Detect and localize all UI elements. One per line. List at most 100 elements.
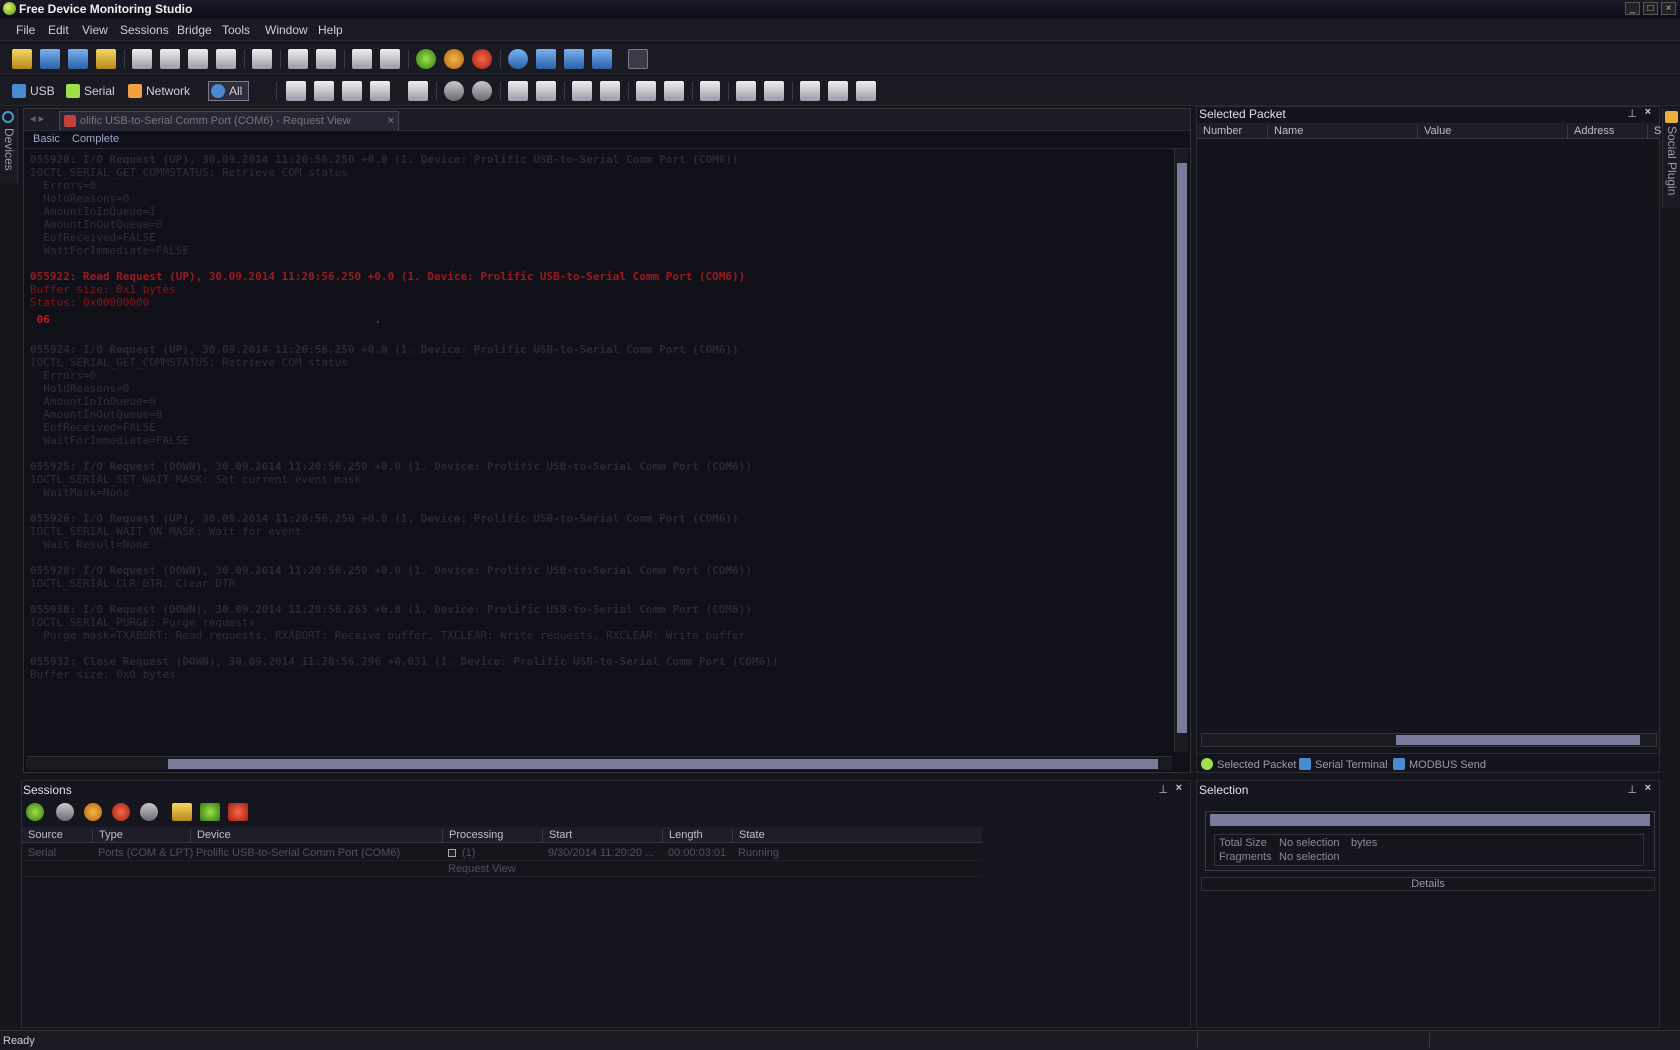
new-icon[interactable] xyxy=(12,49,32,69)
paste-icon[interactable] xyxy=(188,49,208,69)
details-button[interactable]: Details xyxy=(1201,877,1655,891)
pin-icon[interactable]: ⊥ xyxy=(1627,107,1637,120)
col-length[interactable]: Length xyxy=(662,829,703,843)
all-button[interactable]: All xyxy=(208,81,250,101)
document-icon[interactable] xyxy=(288,49,308,69)
cluster-icon[interactable] xyxy=(636,81,656,101)
session-settings-icon[interactable] xyxy=(26,803,44,821)
col-source[interactable]: Source xyxy=(22,829,63,843)
session-close-icon[interactable] xyxy=(140,803,158,821)
menu-view[interactable]: View xyxy=(82,23,108,37)
serial-button[interactable]: Serial xyxy=(66,82,115,100)
select-down-icon[interactable] xyxy=(314,81,334,101)
tab-complete[interactable]: Complete xyxy=(72,133,119,145)
monitor-icon[interactable] xyxy=(536,49,556,69)
tab-selected-packet[interactable]: Selected Packet xyxy=(1201,758,1297,771)
sessions-close-icon[interactable]: × xyxy=(1176,782,1182,794)
select-all-icon[interactable] xyxy=(370,81,390,101)
session-play-icon[interactable] xyxy=(56,803,74,821)
close-pane-icon[interactable]: × xyxy=(1645,106,1651,118)
refresh-icon[interactable] xyxy=(508,49,528,69)
session-remove-icon[interactable] xyxy=(228,803,248,821)
documents-icon[interactable] xyxy=(316,49,336,69)
find-icon[interactable] xyxy=(252,49,272,69)
merge-icon[interactable] xyxy=(508,81,528,101)
select-up-icon[interactable] xyxy=(342,81,362,101)
col-processing[interactable]: Processing xyxy=(442,829,503,843)
selection-pin-icon[interactable]: ⊥ xyxy=(1627,783,1637,796)
select-icon[interactable] xyxy=(286,81,306,101)
forward-icon[interactable] xyxy=(472,81,492,101)
menu-sessions[interactable]: Sessions xyxy=(120,23,169,37)
social-plugin-dock[interactable]: Social Plugin xyxy=(1662,108,1680,208)
request-log[interactable]: 055920: I/O Request (UP), 30.09.2014 11:… xyxy=(30,153,1166,753)
horizontal-scrollbar[interactable] xyxy=(26,756,1172,770)
filter-edit-icon[interactable] xyxy=(380,49,400,69)
close-tab-icon[interactable]: × xyxy=(388,112,394,130)
back-icon[interactable] xyxy=(444,81,464,101)
wave-icon[interactable] xyxy=(536,81,556,101)
grid-remove-icon[interactable] xyxy=(600,81,620,101)
menu-help[interactable]: Help xyxy=(318,23,343,37)
tab-request-view[interactable]: olific USB-to-Serial Comm Port (COM6) - … xyxy=(59,111,399,131)
tab-basic[interactable]: Basic xyxy=(33,133,60,145)
menu-edit[interactable]: Edit xyxy=(48,23,69,37)
menu-bridge[interactable]: Bridge xyxy=(177,23,212,37)
col-number[interactable]: Number xyxy=(1197,125,1242,139)
window-icon[interactable] xyxy=(564,49,584,69)
columns-icon[interactable] xyxy=(700,81,720,101)
col-device[interactable]: Device xyxy=(190,829,231,843)
users-icon[interactable] xyxy=(592,49,612,69)
cluster-alt-icon[interactable] xyxy=(664,81,684,101)
log-line: 055926: I/O Request (UP), 30.09.2014 11:… xyxy=(30,512,739,525)
network-button[interactable]: Network xyxy=(128,82,190,100)
menu-file[interactable]: File xyxy=(16,23,35,37)
col-type[interactable]: Type xyxy=(92,829,123,843)
stop-icon[interactable] xyxy=(472,49,492,69)
packet-horizontal-scrollbar[interactable] xyxy=(1201,733,1657,747)
session-pause-icon[interactable] xyxy=(84,803,102,821)
copy-icon[interactable] xyxy=(160,49,180,69)
tab-modbus-send[interactable]: MODBUS Send xyxy=(1393,758,1486,771)
vertical-scrollbar[interactable] xyxy=(1174,149,1188,752)
collapse-icon[interactable] xyxy=(448,849,456,857)
pause-icon[interactable] xyxy=(444,49,464,69)
settings-icon[interactable] xyxy=(628,49,648,69)
col-s[interactable]: S xyxy=(1647,125,1661,139)
sessions-pin-icon[interactable]: ⊥ xyxy=(1158,783,1168,796)
menu-tools[interactable]: Tools xyxy=(222,23,250,37)
maximize-button[interactable]: □ xyxy=(1643,2,1658,15)
send-up-icon[interactable] xyxy=(828,81,848,101)
cut-icon[interactable] xyxy=(132,49,152,69)
tab-serial-terminal[interactable]: Serial Terminal xyxy=(1299,758,1388,771)
send-icon[interactable] xyxy=(800,81,820,101)
duplicate-icon[interactable] xyxy=(216,49,236,69)
align-right-icon[interactable] xyxy=(764,81,784,101)
table-row[interactable]: Request View xyxy=(22,861,982,877)
close-button[interactable]: × xyxy=(1661,2,1676,15)
selection-close-icon[interactable]: × xyxy=(1645,782,1651,794)
col-state[interactable]: State xyxy=(732,829,765,843)
minimize-button[interactable]: _ xyxy=(1625,2,1640,15)
table-row[interactable]: Serial Ports (COM & LPT) Prolific USB-to… xyxy=(22,845,982,861)
col-value[interactable]: Value xyxy=(1417,125,1451,139)
save-icon[interactable] xyxy=(40,49,60,69)
tab-scroll-icon[interactable]: ◂ ▸ xyxy=(30,112,44,125)
filter-icon[interactable] xyxy=(352,49,372,69)
session-chart-icon[interactable] xyxy=(172,803,192,821)
col-address[interactable]: Address xyxy=(1567,125,1614,139)
menu-window[interactable]: Window xyxy=(265,23,308,37)
play-icon[interactable] xyxy=(416,49,436,69)
col-name[interactable]: Name xyxy=(1267,125,1303,139)
save-all-icon[interactable] xyxy=(68,49,88,69)
send-all-icon[interactable] xyxy=(856,81,876,101)
bookmark-icon[interactable] xyxy=(408,81,428,101)
usb-button[interactable]: USB xyxy=(12,82,55,100)
align-left-icon[interactable] xyxy=(736,81,756,101)
session-add-icon[interactable] xyxy=(200,803,220,821)
export-icon[interactable] xyxy=(96,49,116,69)
grid-icon[interactable] xyxy=(572,81,592,101)
col-start[interactable]: Start xyxy=(542,829,572,843)
devices-dock[interactable]: Devices xyxy=(0,108,18,183)
session-stop-icon[interactable] xyxy=(112,803,130,821)
